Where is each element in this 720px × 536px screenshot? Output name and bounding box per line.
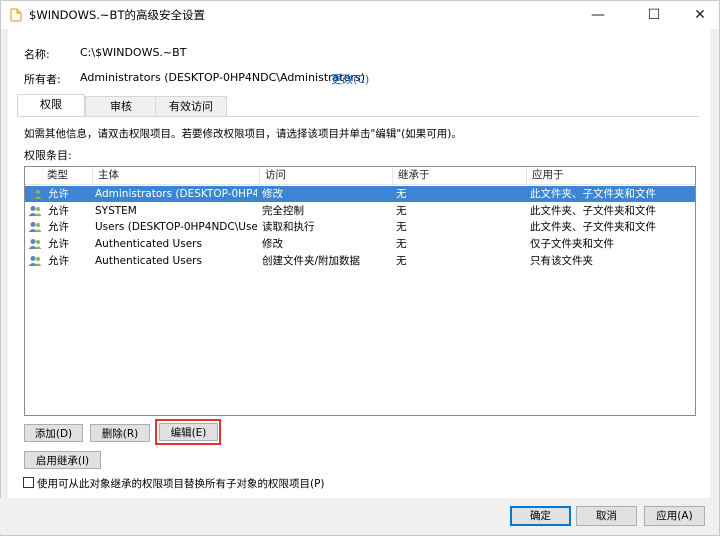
cell-applies-to: 此文件夹、子文件夹和文件 [530, 221, 656, 233]
document-icon [10, 8, 22, 22]
table-header: 类型 主体 访问 继承于 应用于 [25, 167, 695, 185]
remove-button[interactable]: 删除(R) [90, 424, 150, 442]
enable-inheritance-button[interactable]: 启用继承(I) [24, 451, 101, 469]
cell-inherited: 无 [396, 238, 407, 250]
column-header-inherited[interactable]: 继承于 [392, 167, 526, 184]
cell-access: 创建文件夹/附加数据 [262, 255, 361, 267]
cancel-button[interactable]: 取消 [576, 506, 637, 526]
replace-child-permissions-checkbox[interactable] [23, 477, 34, 488]
column-header-applies-to[interactable]: 应用于 [526, 167, 695, 184]
users-icon [28, 256, 42, 266]
table-row[interactable]: 允许 Authenticated Users 修改 无 仅子文件夹和文件 [25, 236, 695, 252]
cell-type: 允许 [48, 221, 69, 233]
tab-auditing[interactable]: 审核 [85, 96, 157, 117]
permission-entries-table[interactable]: 类型 主体 访问 继承于 应用于 允许 Administrators (DESK… [24, 166, 696, 416]
name-label: 名称: [24, 48, 50, 61]
maximize-button[interactable]: ☐ [637, 1, 671, 29]
owner-label: 所有者: [24, 73, 61, 86]
cell-type: 允许 [48, 205, 69, 217]
cell-inherited: 无 [396, 221, 407, 233]
cell-applies-to: 仅子文件夹和文件 [530, 238, 614, 250]
instructions-text: 如需其他信息，请双击权限项目。若要修改权限项目，请选择该项目并单击"编辑"(如果… [24, 128, 462, 140]
cell-principal: Users (DESKTOP-0HP4NDC\User... [95, 221, 257, 233]
cell-applies-to: 只有该文件夹 [530, 255, 593, 267]
cell-access: 完全控制 [262, 205, 304, 217]
cell-access: 修改 [262, 238, 283, 250]
replace-child-permissions-label[interactable]: 使用可从此对象继承的权限项目替换所有子对象的权限项目(P) [37, 476, 325, 491]
name-value: C:\$WINDOWS.~BT [80, 46, 187, 59]
cell-type: 允许 [48, 238, 69, 250]
tab-divider [17, 116, 699, 117]
users-icon [28, 239, 42, 249]
users-icon [28, 222, 42, 232]
cell-access: 读取和执行 [262, 221, 315, 233]
cell-access: 修改 [262, 188, 283, 200]
cell-applies-to: 此文件夹、子文件夹和文件 [530, 188, 656, 200]
apply-button[interactable]: 应用(A) [644, 506, 705, 526]
tab-effective-access[interactable]: 有效访问 [155, 96, 227, 117]
cell-principal: Authenticated Users [95, 255, 202, 267]
close-button[interactable]: ✕ [683, 1, 717, 29]
cell-principal: SYSTEM [95, 205, 137, 217]
users-icon [28, 189, 42, 199]
window-title: $WINDOWS.~BT的高级安全设置 [29, 8, 205, 22]
table-row[interactable]: 允许 SYSTEM 完全控制 无 此文件夹、子文件夹和文件 [25, 203, 695, 219]
edit-highlight-box [155, 419, 221, 445]
entries-label: 权限条目: [24, 149, 72, 162]
add-button[interactable]: 添加(D) [24, 424, 83, 442]
cell-inherited: 无 [396, 255, 407, 267]
cell-type: 允许 [48, 188, 69, 200]
tab-permissions[interactable]: 权限 [17, 94, 85, 117]
column-header-type[interactable]: 类型 [42, 167, 92, 184]
table-row[interactable]: 允许 Administrators (DESKTOP-0HP4... 修改 无 … [25, 186, 695, 202]
cell-inherited: 无 [396, 205, 407, 217]
table-row[interactable]: 允许 Authenticated Users 创建文件夹/附加数据 无 只有该文… [25, 253, 695, 269]
minimize-button[interactable]: — [581, 1, 615, 29]
ok-button[interactable]: 确定 [510, 506, 571, 526]
title-bar[interactable]: $WINDOWS.~BT的高级安全设置 — ☐ ✕ [1, 1, 719, 29]
cell-applies-to: 此文件夹、子文件夹和文件 [530, 205, 656, 217]
cell-principal: Authenticated Users [95, 238, 202, 250]
change-owner-link[interactable]: 更改(C) [331, 71, 369, 87]
users-icon [28, 206, 42, 216]
cell-type: 允许 [48, 255, 69, 267]
cell-inherited: 无 [396, 188, 407, 200]
owner-value: Administrators (DESKTOP-0HP4NDC\Administ… [80, 71, 366, 84]
column-header-access[interactable]: 访问 [259, 167, 392, 184]
table-row[interactable]: 允许 Users (DESKTOP-0HP4NDC\User... 读取和执行 … [25, 219, 695, 235]
column-header-principal[interactable]: 主体 [92, 167, 259, 184]
cell-principal: Administrators (DESKTOP-0HP4... [95, 188, 257, 200]
